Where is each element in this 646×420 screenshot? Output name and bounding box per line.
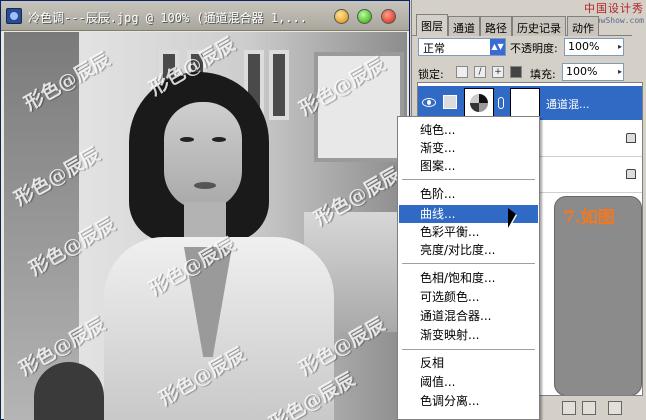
document-title-bar[interactable]: 冷色调---辰辰.jpg @ 100% (通道混合器 1,...	[1, 1, 409, 31]
layer-name: 通道混...	[546, 98, 590, 111]
tab-layers[interactable]: 图层	[416, 14, 448, 36]
lock-brush-icon[interactable]: /	[474, 66, 486, 78]
menu-item-gradient[interactable]: 渐变...	[399, 139, 538, 157]
dropdown-arrow-icon: ▲▼	[490, 39, 505, 55]
opacity-value: 100%	[568, 40, 600, 53]
menu-separator	[402, 179, 535, 180]
lock-label: 锁定:	[418, 68, 444, 81]
eye-icon[interactable]	[422, 98, 436, 107]
panel-tabs: 图层 通道 路径 历史记录 动作	[412, 14, 632, 36]
menu-item-channel-mixer[interactable]: 通道混合器...	[399, 307, 538, 325]
menu-item-gradient-map[interactable]: 渐变映射...	[399, 326, 538, 344]
trash-icon[interactable]	[608, 401, 622, 415]
fill-label: 填充:	[530, 68, 556, 81]
lock-icon	[626, 169, 636, 179]
maximize-button[interactable]	[357, 9, 372, 24]
menu-item-brightness-contrast[interactable]: 亮度/对比度...	[399, 241, 538, 259]
fill-field[interactable]: 100% ▸	[562, 63, 624, 81]
document-window: 冷色调---辰辰.jpg @ 100% (通道混合器 1,... 形色@辰辰 形…	[0, 0, 410, 420]
menu-item-invert[interactable]: 反相	[399, 354, 538, 372]
fill-value: 100%	[566, 65, 598, 78]
lock-all-icon[interactable]	[510, 66, 522, 78]
subject-eye	[180, 137, 194, 142]
subject-mouth	[194, 182, 216, 189]
layer-thumbnail[interactable]	[464, 88, 494, 118]
layer-row-selected[interactable]: 通道混...	[418, 86, 642, 120]
adjustment-layer-menu: 纯色... 渐变... 图案... 色阶... 曲线... 色彩平衡... 亮度…	[397, 116, 540, 420]
subject-face	[164, 102, 242, 210]
photoshop-icon	[6, 8, 22, 24]
background-window	[269, 50, 289, 120]
chevron-right-icon: ▸	[617, 67, 622, 76]
new-group-icon[interactable]	[562, 401, 576, 415]
tab-channels[interactable]: 通道	[448, 16, 480, 36]
tab-paths[interactable]: 路径	[480, 16, 512, 36]
opacity-label: 不透明度:	[510, 42, 558, 55]
lock-move-icon[interactable]: +	[492, 66, 504, 78]
menu-item-selective-color[interactable]: 可选颜色...	[399, 288, 538, 306]
menu-item-solid-color[interactable]: 纯色...	[399, 121, 538, 139]
blend-mode-value: 正常	[423, 42, 445, 55]
mouse-cursor-icon	[508, 208, 516, 228]
opacity-field[interactable]: 100% ▸	[564, 38, 624, 56]
lock-transparency-icon[interactable]	[456, 66, 468, 78]
lock-icon	[626, 133, 636, 143]
link-chain-icon[interactable]	[498, 97, 504, 109]
blend-mode-select[interactable]: 正常 ▲▼	[418, 38, 506, 56]
menu-item-levels[interactable]: 色阶...	[399, 185, 538, 203]
tab-history[interactable]: 历史记录	[512, 16, 566, 36]
menu-item-hue-saturation[interactable]: 色相/饱和度...	[399, 269, 538, 287]
menu-separator	[402, 263, 535, 264]
layer-mask-thumbnail[interactable]	[510, 88, 540, 118]
close-button[interactable]	[381, 9, 396, 24]
step-annotation: 7.如图	[563, 208, 615, 228]
menu-item-pattern[interactable]: 图案...	[399, 157, 538, 175]
menu-item-posterize[interactable]: 色调分离...	[399, 392, 538, 410]
document-title: 冷色调---辰辰.jpg @ 100% (通道混合器 1,...	[28, 11, 307, 25]
image-canvas[interactable]: 形色@辰辰 形色@辰辰 形色@辰辰 形色@辰辰 形色@辰辰 形色@辰辰 形色@辰…	[4, 32, 407, 420]
menu-item-curves[interactable]: 曲线...	[399, 205, 538, 223]
menu-item-threshold[interactable]: 阈值...	[399, 373, 538, 391]
menu-separator	[402, 349, 535, 350]
menu-item-color-balance[interactable]: 色彩平衡...	[399, 223, 538, 241]
adjustment-layer-icon	[443, 95, 457, 109]
new-layer-icon[interactable]	[582, 401, 596, 415]
minimize-button[interactable]	[334, 9, 349, 24]
subject-eye	[212, 137, 226, 142]
tab-actions[interactable]: 动作	[567, 16, 599, 36]
chevron-right-icon: ▸	[617, 42, 622, 51]
